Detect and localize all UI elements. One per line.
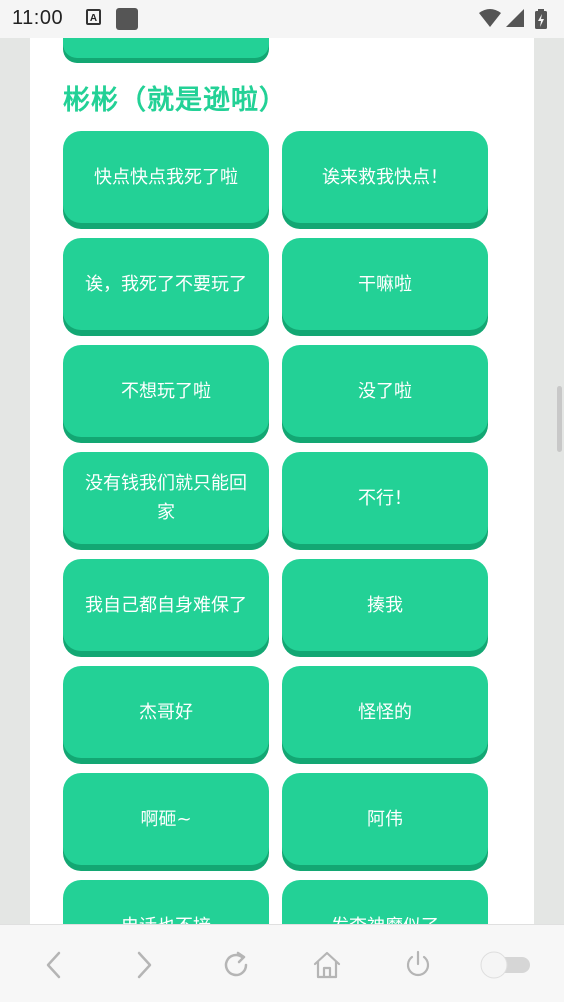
page-margin-right (534, 38, 564, 924)
power-button[interactable] (398, 947, 438, 983)
sound-button[interactable]: 杰哥好 (63, 666, 269, 758)
status-bar: 11:00 A (0, 0, 564, 38)
sound-button[interactable]: 诶，我死了不要玩了 (63, 238, 269, 330)
power-icon (406, 950, 430, 977)
sound-button[interactable]: 干嘛啦 (282, 238, 488, 330)
scrollbar-thumb[interactable] (557, 386, 562, 452)
sound-button[interactable]: 不想玩了啦 (63, 345, 269, 437)
previous-section-button[interactable] (63, 38, 269, 58)
status-icons (478, 8, 554, 30)
toggle-switch-icon (480, 951, 530, 979)
content-card: 彬彬（就是逊啦） 快点快点我死了啦 诶来救我快点！ 诶，我死了不要玩了 干嘛啦 … (30, 38, 534, 924)
wifi-icon (479, 9, 501, 27)
sound-button[interactable]: 阿伟 (282, 773, 488, 865)
status-time: 11:00 (12, 7, 64, 29)
page-margin-left (0, 38, 30, 924)
sound-button[interactable]: 发李神魔似了 (282, 880, 488, 924)
sound-button[interactable]: 没了啦 (282, 345, 488, 437)
refresh-icon (224, 951, 248, 977)
refresh-button[interactable] (216, 947, 256, 983)
sound-button-grid: 快点快点我死了啦 诶来救我快点！ 诶，我死了不要玩了 干嘛啦 不想玩了啦 没了啦… (63, 131, 489, 924)
notification-icon: A (86, 9, 101, 25)
sound-button[interactable]: 我自己都自身难保了 (63, 559, 269, 651)
battery-icon (535, 9, 547, 29)
sound-button[interactable]: 没有钱我们就只能回家 (63, 452, 269, 544)
home-icon (313, 951, 341, 979)
night-mode-toggle[interactable] (478, 947, 534, 983)
sound-button[interactable]: 快点快点我死了啦 (63, 131, 269, 223)
back-icon (46, 951, 61, 979)
forward-button[interactable] (124, 947, 164, 983)
home-button[interactable] (307, 947, 347, 983)
notification-app-icon (116, 8, 138, 30)
browser-nav-bar (0, 924, 564, 1002)
sound-button[interactable]: 不行！ (282, 452, 488, 544)
section-title: 彬彬（就是逊啦） (63, 85, 287, 116)
signal-icon (506, 9, 524, 27)
sound-button[interactable]: 揍我 (282, 559, 488, 651)
forward-icon (137, 951, 152, 979)
sound-button[interactable]: 诶来救我快点！ (282, 131, 488, 223)
sound-button[interactable]: 怪怪的 (282, 666, 488, 758)
sound-button[interactable]: 啊砸~ (63, 773, 269, 865)
back-button[interactable] (34, 947, 74, 983)
sound-button[interactable]: 电话也不接 (63, 880, 269, 924)
